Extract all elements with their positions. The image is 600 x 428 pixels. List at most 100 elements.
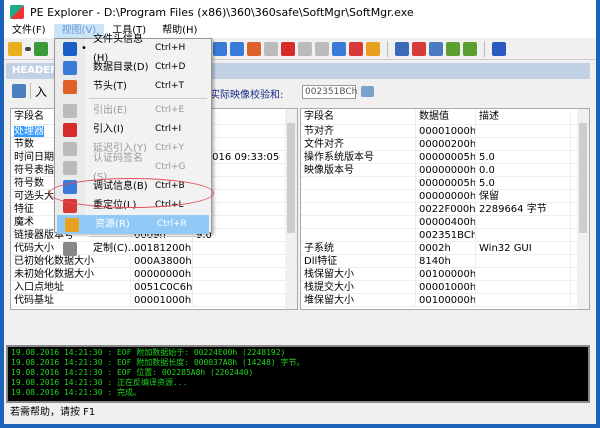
save-icon[interactable] — [12, 84, 26, 98]
save-icon[interactable] — [34, 41, 48, 56]
resource-editor-icon[interactable] — [429, 41, 443, 56]
delay-import-icon[interactable] — [298, 41, 312, 56]
checksum-field[interactable]: 002351BCh — [302, 85, 357, 99]
menu-item[interactable]: 重定位(L) Ctrl+L — [55, 196, 211, 215]
menu-item[interactable]: 定制(C)... — [55, 239, 211, 258]
table-row[interactable]: 00000400h — [301, 216, 589, 229]
syntax-icon[interactable] — [446, 41, 460, 56]
signature-icon[interactable] — [315, 41, 329, 56]
right-field-table: 字段名 数据值 描述 节对齐 00001000h 文件对齐 00000200h 操作系统版本号… — [300, 108, 590, 310]
menu-item-icon — [63, 79, 77, 94]
menu-item-shortcut: Ctrl+Y — [155, 143, 185, 153]
table-row[interactable]: 映像版本号 00000000h 0.0 — [301, 164, 589, 177]
table-row[interactable]: 堆保留大小 00100000h — [301, 294, 589, 307]
menu-item-label: 资源(R) — [95, 219, 130, 230]
directory-icon[interactable] — [230, 41, 244, 56]
column-header[interactable]: 字段名 — [301, 109, 416, 124]
menu-item[interactable]: 节头(T) Ctrl+T — [55, 77, 211, 96]
table-cell: 入口点地址 — [14, 282, 64, 293]
log-line: 19.08.2016 14:21:30 : 正在反编译资源... — [11, 378, 188, 387]
table-row[interactable]: 00000000h 保留 — [301, 190, 589, 203]
table-cell: 子系统 — [304, 243, 334, 254]
table-cell: 堆保留大小 — [304, 295, 354, 306]
table-row[interactable]: 未初始化数据大小 00000000h — [11, 268, 297, 281]
menu-item[interactable]: 调试信息(B) Ctrl+B — [55, 177, 211, 196]
menu-item-label: 数据目录(D) — [93, 62, 149, 73]
menu-item-icon — [63, 60, 77, 75]
menu-help[interactable]: 帮助(H) — [154, 24, 205, 38]
menu-item[interactable]: 引出(E) Ctrl+E — [55, 101, 211, 120]
menu-item[interactable]: 数据目录(D) Ctrl+D — [55, 58, 211, 77]
section-editor-icon[interactable] — [463, 41, 477, 56]
log-line: 19.08.2016 14:21:30 : EOF 附加数据长度: 000037… — [11, 358, 305, 367]
debug-icon[interactable] — [332, 41, 346, 56]
dependency-icon[interactable] — [412, 41, 426, 56]
table-cell: 00100000h — [419, 269, 476, 280]
open-icon[interactable] — [8, 41, 22, 56]
table-cell: 00000005h — [419, 152, 476, 163]
header-icon[interactable] — [213, 41, 227, 56]
table-row[interactable]: 子系统 0002h Win32 GUI — [301, 242, 589, 255]
table-cell: 时间日期 — [14, 152, 54, 163]
table-cell: 002351BCh — [419, 230, 476, 241]
table-cell: 特征 — [14, 204, 34, 215]
dropdown-icon[interactable] — [25, 46, 31, 51]
status-bar: 若需帮助，请按 F1 — [10, 407, 96, 418]
sections-icon[interactable] — [247, 41, 261, 56]
menu-item[interactable]: 资源(R) Ctrl+R — [57, 215, 209, 234]
table-row[interactable]: 入口点地址 0051C0C6h — [11, 281, 297, 294]
resource-icon[interactable] — [366, 41, 380, 56]
import-icon[interactable] — [281, 41, 295, 56]
log-line: 19.08.2016 14:21:30 : EOF 位置: 002285A8h … — [11, 368, 254, 377]
menu-item-icon — [63, 160, 77, 175]
menu-file[interactable]: 文件(F) — [4, 24, 54, 38]
table-row[interactable]: 0022F000h 2289664 字节 — [301, 203, 589, 216]
menu-item[interactable]: • 文件头信息(H) Ctrl+H — [55, 34, 211, 64]
view-menu-dropdown: • 文件头信息(H) Ctrl+H 数据目录(D) Ctrl+D 节头(T) Ctrl+T 引… — [54, 34, 212, 256]
table-cell: 保留 — [479, 191, 499, 202]
relocation-icon[interactable] — [349, 41, 363, 56]
menu-item[interactable]: 引入(I) Ctrl+I — [55, 120, 211, 139]
table-cell: 00000005h — [419, 178, 476, 189]
table-row[interactable]: 栈保留大小 00100000h — [301, 268, 589, 281]
table-row[interactable]: 操作系统版本号 00000005h 5.0 — [301, 151, 589, 164]
table-cell: 未初始化数据大小 — [14, 269, 94, 280]
table-cell: 节对齐 — [304, 126, 334, 137]
column-header[interactable]: 描述 — [476, 109, 571, 124]
table-cell: 代码基址 — [14, 295, 54, 306]
menu-item-shortcut: Ctrl+T — [155, 81, 185, 91]
table-row[interactable]: 文件对齐 00000200h — [301, 138, 589, 151]
export-icon[interactable] — [264, 41, 278, 56]
table-row[interactable]: 节对齐 00001000h — [301, 125, 589, 138]
menu-item-shortcut: Ctrl+B — [155, 181, 185, 191]
table-row[interactable]: 代码基址 00001000h — [11, 294, 297, 307]
column-header[interactable]: 数据值 — [416, 109, 476, 124]
menu-item-shortcut: Ctrl+G — [155, 162, 186, 172]
menu-separator — [89, 236, 207, 237]
table-row[interactable]: 00000005h 5.0 — [301, 177, 589, 190]
table-cell: 8140h — [419, 256, 451, 267]
menu-item-label: 定制(C)... — [93, 243, 138, 254]
table-cell: 0002h — [419, 243, 451, 254]
vertical-scrollbar[interactable] — [577, 109, 589, 309]
table-cell: 5.0 — [479, 178, 495, 189]
vertical-scrollbar[interactable] — [285, 109, 297, 309]
table-row[interactable]: 栈提交大小 00001000h — [301, 281, 589, 294]
menu-item-label: 重定位(L) — [93, 200, 137, 211]
table-cell: 00100000h — [419, 295, 476, 306]
menu-item-label: 节头(T) — [93, 81, 127, 92]
table-cell: 00000200h — [419, 139, 476, 150]
table-cell: 魔术 — [14, 217, 34, 228]
help-icon[interactable] — [492, 41, 506, 56]
table-row[interactable]: 002351BCh — [301, 229, 589, 242]
disassembler-icon[interactable] — [395, 41, 409, 56]
menu-item[interactable]: 认证码签名(S) Ctrl+G — [55, 153, 211, 183]
calculator-icon[interactable] — [361, 86, 374, 97]
table-row[interactable]: Dll特征 8140h — [301, 255, 589, 268]
table-cell: 0022F000h — [419, 204, 476, 215]
table-cell: 操作系统版本号 — [304, 152, 374, 163]
table-cell: 5.0 — [479, 152, 495, 163]
menu-item-icon — [63, 198, 77, 213]
menu-item-shortcut: Ctrl+E — [155, 105, 185, 115]
main-window: PE Explorer - D:\Program Files (x86)\360… — [4, 0, 596, 424]
